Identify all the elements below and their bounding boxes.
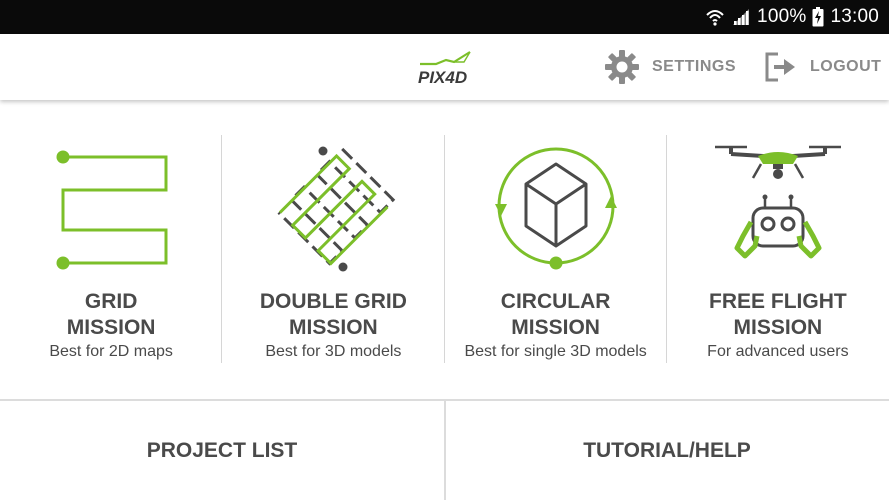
logout-button[interactable]: LOGOUT: [764, 46, 881, 88]
grid-mission-card[interactable]: GRID MISSION Best for 2D maps: [0, 100, 223, 400]
settings-label: SETTINGS: [652, 58, 737, 75]
free-flight-mission-title-line1: FREE FLIGHT: [709, 290, 847, 313]
double-grid-mission-title-line1: DOUBLE GRID: [259, 290, 407, 313]
circular-mission-icon: [494, 147, 617, 270]
double-grid-mission-title-line2: MISSION: [289, 316, 378, 339]
signal-icon: [731, 8, 751, 26]
free-flight-mission-subtitle: For advanced users: [707, 343, 849, 360]
circular-mission-title-line1: CIRCULAR: [500, 290, 611, 313]
double-grid-mission-icon: [277, 146, 396, 272]
grid-mission-title-line2: MISSION: [66, 316, 156, 339]
clock: 13:00: [830, 6, 879, 27]
double-grid-mission-card[interactable]: DOUBLE GRID MISSION Best for 3D models: [222, 100, 445, 400]
drone-icon: [714, 145, 841, 179]
free-flight-mission-icon: [714, 145, 841, 259]
circular-mission-title-line2: MISSION: [511, 316, 600, 339]
grid-mission-title-line1: GRID: [84, 290, 138, 313]
remote-controller-icon: [734, 194, 822, 259]
logout-label: LOGOUT: [810, 58, 882, 75]
gear-icon: [605, 50, 639, 84]
mission-list: GRID MISSION Best for 2D maps DOUBLE GRI…: [0, 100, 889, 400]
project-list-label: PROJECT LIST: [146, 438, 298, 462]
circular-mission-card[interactable]: CIRCULAR MISSION Best for single 3D mode…: [445, 100, 667, 400]
circular-mission-subtitle: Best for single 3D models: [464, 343, 647, 360]
grid-mission-icon: [56, 150, 168, 270]
free-flight-mission-card[interactable]: FREE FLIGHT MISSION For advanced users: [667, 100, 889, 400]
grid-mission-subtitle: Best for 2D maps: [49, 343, 173, 360]
project-list-button[interactable]: PROJECT LIST: [0, 401, 444, 500]
wifi-icon: [705, 7, 725, 27]
tutorial-help-label: TUTORIAL/HELP: [583, 438, 751, 462]
app-bar: PIX4D SETTINGS LOGOUT: [0, 34, 889, 100]
pix4d-logo: PIX4D: [418, 51, 471, 86]
battery-percent: 100%: [757, 6, 807, 27]
logout-icon: [765, 52, 795, 82]
svg-text:PIX4D: PIX4D: [418, 68, 467, 86]
double-grid-mission-subtitle: Best for 3D models: [265, 343, 402, 360]
status-bar: 100% 13:00: [0, 0, 889, 34]
settings-button[interactable]: SETTINGS: [604, 46, 736, 88]
tutorial-help-button[interactable]: TUTORIAL/HELP: [445, 401, 889, 500]
battery-charging-icon: [812, 7, 824, 27]
free-flight-mission-title-line2: MISSION: [733, 316, 823, 339]
